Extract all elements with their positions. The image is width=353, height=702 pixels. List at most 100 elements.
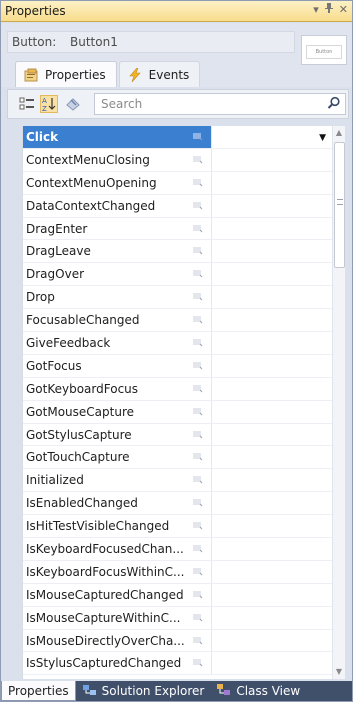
- event-row[interactable]: IsMouseDirectlyOverCha...: [23, 629, 332, 653]
- event-row[interactable]: DragEnter: [23, 217, 332, 241]
- alphabetical-icon[interactable]: A Z: [40, 95, 58, 113]
- event-row[interactable]: FocusableChanged: [23, 309, 332, 333]
- event-row[interactable]: GotFocus: [23, 354, 332, 378]
- event-marker-cell[interactable]: [188, 126, 211, 148]
- event-handler-field[interactable]: [211, 492, 332, 515]
- event-row[interactable]: ContextMenuOpening: [23, 171, 332, 195]
- event-marker-cell[interactable]: [188, 424, 211, 446]
- event-handler-field[interactable]: [211, 332, 332, 354]
- event-handler-field[interactable]: [211, 148, 332, 171]
- event-handler-field[interactable]: [211, 469, 332, 492]
- event-marker-cell[interactable]: [188, 378, 211, 400]
- pin-icon[interactable]: [324, 3, 333, 16]
- handler-dropdown-icon[interactable]: ▼: [319, 133, 326, 143]
- event-row[interactable]: IsMouseCaptureWithinC...: [23, 606, 332, 630]
- vertical-scrollbar[interactable]: ▲ ▼: [332, 126, 345, 679]
- event-handler-field[interactable]: [211, 538, 332, 560]
- event-row[interactable]: Click ▼: [23, 126, 332, 149]
- event-handler-field[interactable]: [211, 515, 332, 538]
- event-marker-cell[interactable]: [188, 652, 211, 674]
- event-row[interactable]: GotTouchCapture: [23, 446, 332, 470]
- event-row[interactable]: IsMouseCapturedChanged: [23, 583, 332, 607]
- categorized-icon[interactable]: [18, 95, 36, 113]
- class-view-icon: [216, 683, 232, 700]
- event-marker-cell[interactable]: [188, 607, 211, 629]
- event-handler-field[interactable]: [211, 263, 332, 286]
- event-handler-field[interactable]: [211, 629, 332, 652]
- scroll-up-arrow-icon[interactable]: ▲: [333, 126, 345, 140]
- clear-icon[interactable]: [64, 95, 82, 113]
- bottom-tab-properties[interactable]: Properties: [1, 681, 76, 701]
- event-marker-cell[interactable]: [188, 240, 211, 262]
- event-marker-cell[interactable]: [188, 584, 211, 606]
- event-handler-field[interactable]: ▼: [211, 126, 332, 148]
- event-handler-field[interactable]: [211, 171, 332, 194]
- tab-events[interactable]: Events: [118, 61, 201, 87]
- event-marker-cell[interactable]: [188, 630, 211, 652]
- event-marker-cell[interactable]: [188, 515, 211, 537]
- event-row[interactable]: GotKeyboardFocus: [23, 377, 332, 401]
- event-row[interactable]: GotMouseCapture: [23, 400, 332, 424]
- preview-button-label: Button: [306, 45, 342, 59]
- event-marker-cell[interactable]: [188, 218, 211, 240]
- event-handler-field[interactable]: [211, 400, 332, 423]
- event-row[interactable]: GiveFeedback: [23, 332, 332, 355]
- event-marker-cell[interactable]: [188, 446, 211, 468]
- event-row[interactable]: IsEnabledChanged: [23, 492, 332, 516]
- search-input[interactable]: Search: [94, 93, 346, 115]
- object-name-value[interactable]: Button1: [70, 35, 118, 49]
- event-marker-cell[interactable]: [188, 286, 211, 308]
- event-row[interactable]: DragLeave: [23, 240, 332, 264]
- event-row[interactable]: IsStylusCapturedChanged: [23, 652, 332, 676]
- event-row[interactable]: DataContextChanged: [23, 194, 332, 218]
- event-handler-field[interactable]: [211, 583, 332, 606]
- event-marker-cell[interactable]: [188, 195, 211, 217]
- dropdown-arrow-icon[interactable]: ▾: [313, 3, 319, 16]
- bottom-tab-class-view[interactable]: Class View: [210, 681, 306, 701]
- event-handler-field[interactable]: [211, 560, 332, 583]
- event-row[interactable]: ContextMenuClosing: [23, 148, 332, 172]
- event-handler-field[interactable]: [211, 240, 332, 263]
- event-marker-cell[interactable]: [188, 332, 211, 354]
- event-marker-cell[interactable]: [188, 401, 211, 423]
- event-handler-field[interactable]: [211, 194, 332, 217]
- event-handler-field[interactable]: [211, 377, 332, 400]
- close-icon[interactable]: ✕: [339, 3, 348, 16]
- event-row[interactable]: IsKeyboardFocusWithinC...: [23, 560, 332, 584]
- scroll-down-arrow-icon[interactable]: ▼: [333, 665, 345, 679]
- bottom-tab-solution-explorer[interactable]: Solution Explorer: [76, 681, 211, 701]
- event-handler-field[interactable]: [211, 423, 332, 446]
- event-row[interactable]: IsKeyboardFocusedChan...: [23, 538, 332, 561]
- title-bar[interactable]: Properties ▾ ✕: [1, 1, 352, 22]
- event-marker-cell[interactable]: [188, 538, 211, 560]
- event-handler-field[interactable]: [211, 446, 332, 469]
- event-marker-icon: [193, 178, 203, 187]
- event-marker-cell[interactable]: [188, 492, 211, 514]
- event-marker-icon: [193, 247, 203, 255]
- event-handler-field[interactable]: [211, 652, 332, 675]
- event-handler-field[interactable]: [211, 309, 332, 332]
- event-handler-field[interactable]: [211, 606, 332, 629]
- search-icon[interactable]: [327, 96, 341, 113]
- event-name: DataContextChanged: [26, 198, 156, 213]
- event-marker-cell[interactable]: [188, 561, 211, 583]
- event-row[interactable]: IsHitTestVisibleChanged: [23, 515, 332, 539]
- event-handler-field[interactable]: [211, 217, 332, 240]
- event-marker-cell[interactable]: [188, 309, 211, 331]
- event-marker-cell[interactable]: [188, 469, 211, 491]
- event-marker-cell[interactable]: [188, 263, 211, 285]
- event-row[interactable]: GotStylusCapture: [23, 423, 332, 447]
- event-marker-icon: [193, 201, 203, 210]
- scroll-thumb[interactable]: [334, 142, 345, 268]
- event-marker-cell[interactable]: [188, 172, 211, 194]
- event-row[interactable]: Initialized: [23, 469, 332, 493]
- event-handler-field[interactable]: [211, 286, 332, 309]
- tab-properties[interactable]: Properties: [15, 61, 117, 87]
- event-marker-cell[interactable]: [188, 149, 211, 171]
- event-marker-icon: [193, 270, 203, 278]
- event-row[interactable]: Drop: [23, 286, 332, 310]
- event-handler-field[interactable]: [211, 354, 332, 377]
- event-marker-cell[interactable]: [188, 355, 211, 377]
- event-row[interactable]: DragOver: [23, 263, 332, 287]
- event-marker-icon: [193, 224, 203, 232]
